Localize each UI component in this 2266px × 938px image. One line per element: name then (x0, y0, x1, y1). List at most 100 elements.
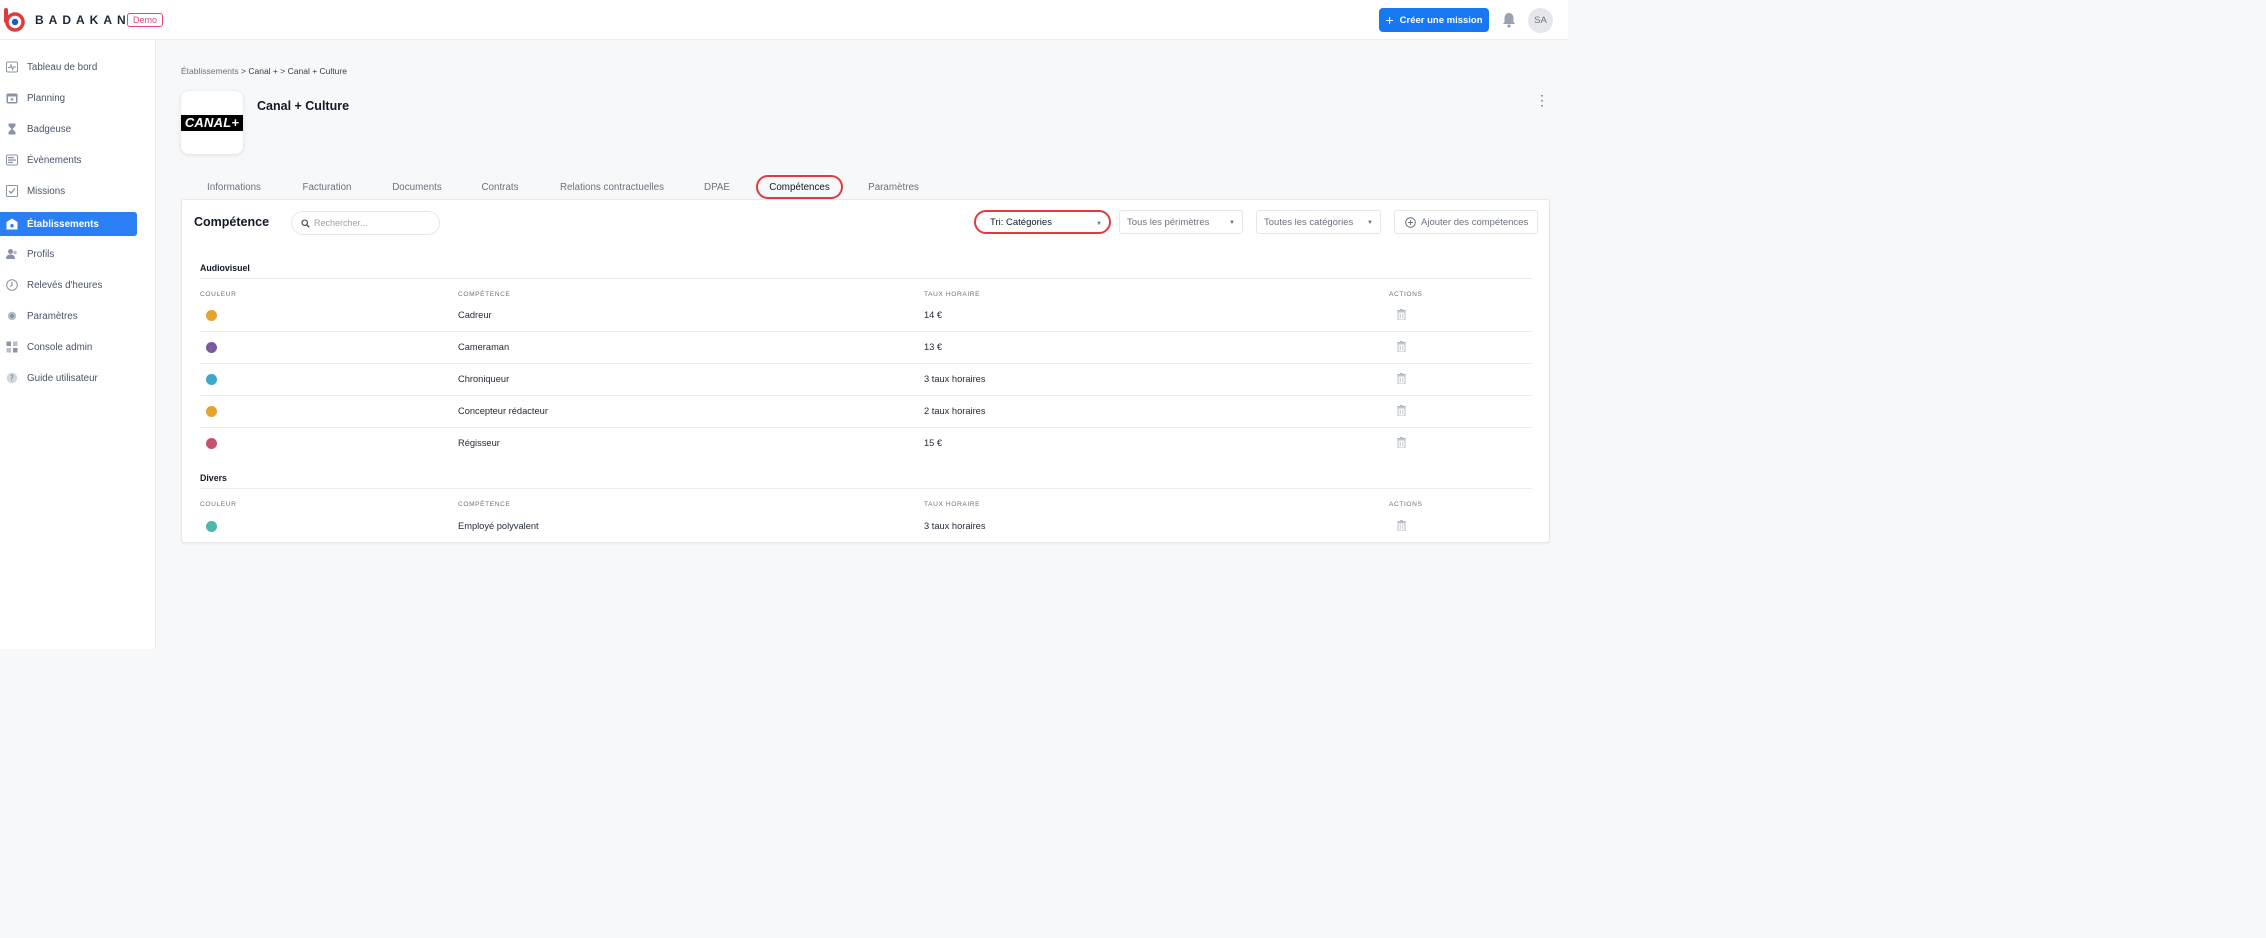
search-input[interactable] (314, 216, 434, 230)
color-dot (206, 342, 217, 353)
tab-dpae[interactable]: DPAE (697, 175, 737, 199)
canal-logo-text: CANAL+ (181, 114, 243, 131)
add-competences-label: Ajouter des compétences (1421, 216, 1529, 228)
trash-icon[interactable] (1397, 437, 1406, 448)
skill-name: Concepteur rédacteur (458, 406, 548, 416)
skill-name: Régisseur (458, 438, 500, 448)
col-header-skill: COMPÉTENCE (458, 291, 511, 298)
trash-icon[interactable] (1397, 341, 1406, 352)
chevron-down-icon: ▼ (1096, 221, 1102, 227)
clock-icon (6, 279, 18, 291)
sidebar-item-parametres[interactable]: Paramètres (0, 304, 137, 328)
trash-icon[interactable] (1397, 309, 1406, 320)
tab-contrats[interactable]: Contrats (473, 175, 527, 199)
building-icon (6, 218, 18, 230)
color-dot (206, 310, 217, 321)
bell-icon[interactable] (1500, 11, 1518, 29)
group-divider (200, 488, 1532, 489)
tab-parametres[interactable]: Paramètres (861, 175, 926, 199)
trash-icon[interactable] (1397, 520, 1406, 531)
tab-facturation[interactable]: Facturation (293, 175, 361, 199)
chevron-down-icon: ▼ (1367, 220, 1373, 226)
help-icon: ? (6, 372, 18, 384)
sidebar-item-releves-d-heures[interactable]: Relevés d'heures (0, 273, 137, 297)
skill-name: Cameraman (458, 342, 510, 352)
hourly-rate: 15 € (924, 438, 943, 448)
sidebar-item-guide-utilisateur[interactable]: ? Guide utilisateur (0, 366, 137, 390)
tab-informations[interactable]: Informations (197, 175, 271, 199)
sidebar-item-profils[interactable]: Profils (0, 242, 137, 266)
sort-select-value: Tri: Catégories (990, 216, 1052, 228)
search-field[interactable] (291, 211, 440, 235)
col-header-actions: ACTIONS (1389, 501, 1423, 508)
user-avatar[interactable]: SA (1528, 8, 1553, 33)
sidebar-item-tableau-de-bord[interactable]: Tableau de bord (0, 55, 137, 79)
tabs-bar: Informations Facturation Documents Contr… (181, 175, 1551, 199)
sidebar-item-label: Badgeuse (27, 123, 72, 135)
panel-title: Compétence (194, 215, 270, 229)
avatar-initials: SA (1534, 15, 1547, 26)
badakan-logo-icon[interactable] (3, 8, 25, 32)
table-row: Cameraman 13 € (200, 332, 1532, 364)
skill-name: Chroniqueur (458, 374, 510, 384)
plus-icon: + (1385, 12, 1394, 28)
category-select[interactable]: Toutes les catégories ▼ (1256, 210, 1381, 234)
establishment-logo: CANAL+ (181, 91, 243, 154)
color-dot (206, 438, 217, 449)
table-row: Chroniqueur 3 taux horaires (200, 364, 1532, 396)
skill-name: Employé polyvalent (458, 521, 539, 531)
tab-documents[interactable]: Documents (384, 175, 450, 199)
col-header-color: COULEUR (200, 291, 237, 298)
hourly-rate: 3 taux horaires (924, 521, 986, 531)
sidebar-item-label: Évènements (27, 154, 82, 166)
sidebar-item-console-admin[interactable]: Console admin (0, 335, 137, 359)
table-row: Concepteur rédacteur 2 taux horaires (200, 396, 1532, 428)
tab-relations-contractuelles[interactable]: Relations contractuelles (550, 175, 674, 199)
sort-select[interactable]: Tri: Catégories ▼ (974, 210, 1111, 234)
breadcrumb-link-etablissements[interactable]: Établissements (181, 66, 239, 76)
breadcrumb-separator: > (280, 66, 286, 76)
tab-competences[interactable]: Compétences (756, 175, 843, 199)
sidebar-item-label: Paramètres (27, 310, 78, 322)
perimeter-select[interactable]: Tous les périmètres ▼ (1119, 210, 1243, 234)
create-mission-label: Créer une mission (1399, 14, 1483, 26)
competences-panel: Compétence Tri: Catégories ▼ Tous les pé… (181, 199, 1550, 543)
add-competences-button[interactable]: Ajouter des compétences (1394, 210, 1538, 234)
sidebar-item-label: Guide utilisateur (27, 372, 98, 384)
events-list-icon (6, 154, 18, 166)
col-header-skill: COMPÉTENCE (458, 501, 511, 508)
hourly-rate: 13 € (924, 342, 943, 352)
search-icon (301, 219, 310, 228)
sidebar-item-label: Planning (27, 92, 66, 104)
top-bar: BADAKAN Demo + Créer une mission SA (0, 0, 1568, 40)
sidebar-item-label: Console admin (27, 341, 93, 353)
sidebar-item-etablissements[interactable]: Établissements (0, 212, 137, 236)
grid-icon (6, 341, 18, 353)
col-header-actions: ACTIONS (1389, 291, 1423, 298)
sidebar-item-label: Profils (27, 248, 55, 260)
svg-text:?: ? (10, 374, 14, 383)
sidebar-item-missions[interactable]: Missions (0, 179, 137, 203)
demo-badge: Demo (127, 13, 164, 27)
checklist-icon (6, 185, 18, 197)
trash-icon[interactable] (1397, 405, 1406, 416)
pulse-icon (6, 61, 18, 73)
more-options-icon[interactable]: ⋮ (1535, 92, 1549, 108)
users-icon (6, 249, 17, 259)
sidebar-item-evenements[interactable]: Évènements (0, 148, 137, 172)
col-header-rate: TAUX HORAIRE (924, 501, 981, 508)
calendar-icon (6, 93, 18, 104)
group-title: Audiovisuel (200, 263, 250, 273)
create-mission-button[interactable]: + Créer une mission (1379, 8, 1489, 32)
trash-icon[interactable] (1397, 373, 1406, 384)
hourly-rate: 3 taux horaires (924, 374, 986, 384)
color-dot (206, 374, 217, 385)
breadcrumb: Établissements > Canal + > Canal + Cultu… (181, 66, 347, 76)
sidebar-item-badgeuse[interactable]: Badgeuse (0, 117, 137, 141)
sidebar: Tableau de bord Planning Badgeuse Évènem… (0, 40, 156, 649)
add-circle-icon (1405, 217, 1416, 228)
breadcrumb-link-canal[interactable]: Canal + (248, 66, 278, 76)
col-header-rate: TAUX HORAIRE (924, 291, 981, 298)
perimeter-select-value: Tous les périmètres (1127, 216, 1210, 228)
sidebar-item-planning[interactable]: Planning (0, 86, 137, 110)
